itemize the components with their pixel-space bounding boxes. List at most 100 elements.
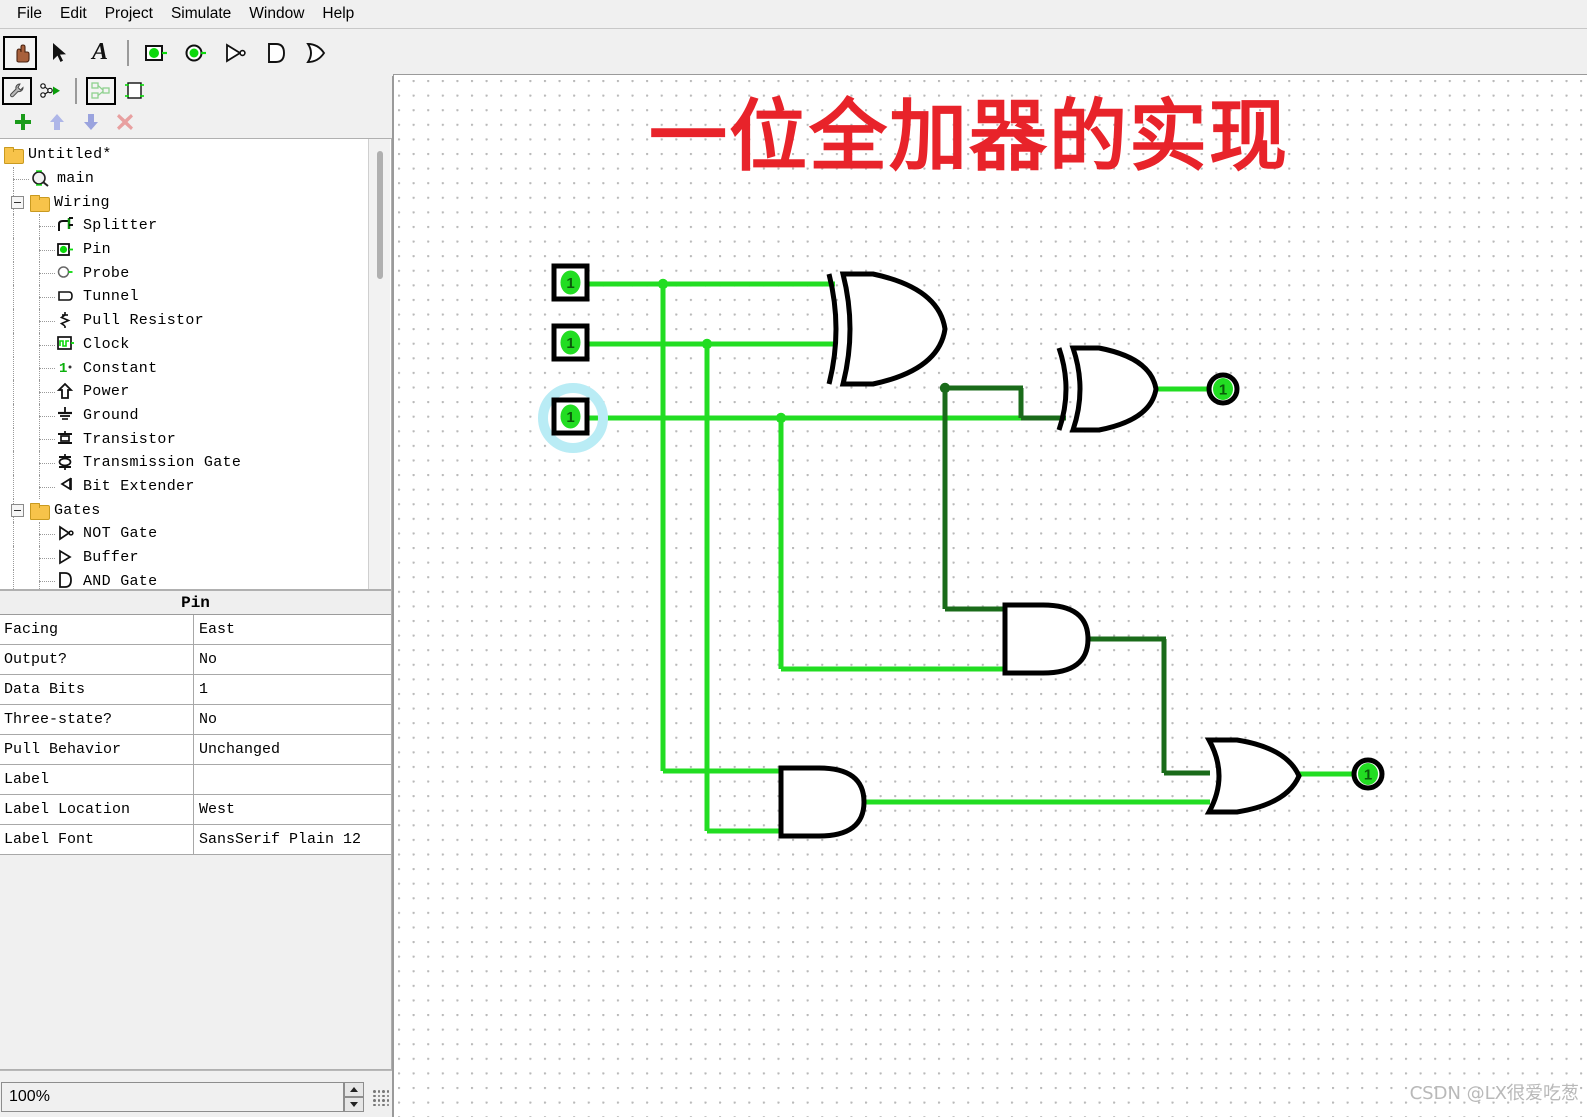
tree-item-constant[interactable]: 1 Constant [0, 356, 368, 381]
tree-item-pull-resistor[interactable]: Pull Resistor [0, 308, 368, 333]
tree-guide-line [13, 403, 14, 428]
pin-value-label: 1 [566, 275, 574, 292]
tree-item-untitled[interactable]: Untitled* [0, 143, 368, 167]
attribute-value[interactable]: 1 [194, 675, 391, 704]
not-gate-tool[interactable] [219, 36, 253, 70]
grid-toggle-button[interactable] [370, 1087, 392, 1109]
tree-guide-line [13, 545, 14, 570]
tree-item-splitter[interactable]: Splitter [0, 214, 368, 239]
chevron-up-icon [350, 1087, 359, 1092]
and-gate-tool[interactable] [259, 36, 293, 70]
or-gate-tool[interactable] [299, 36, 333, 70]
xor-gate-1 [826, 271, 948, 387]
and-gate-2 [778, 765, 867, 839]
menu-help[interactable]: Help [313, 2, 363, 26]
output-pin-tool[interactable] [179, 36, 213, 70]
ground-icon [56, 405, 78, 425]
or-gate-1 [1204, 737, 1302, 815]
explorer-panel: Untitled* main Wiring Splitter Pin Probe… [0, 138, 392, 590]
attribute-value[interactable]: East [194, 615, 391, 644]
delete-button[interactable] [110, 108, 140, 136]
tree-item-tunnel[interactable]: Tunnel [0, 285, 368, 310]
tree-item-ground[interactable]: Ground [0, 403, 368, 428]
grid-dot-icon [373, 1094, 376, 1097]
zoom-increase-button[interactable] [344, 1082, 365, 1097]
attribute-rows: Facing East Output? No Data Bits 1 Three-state… [0, 615, 391, 855]
edit-tool[interactable] [2, 77, 32, 105]
tree-item-and-gate[interactable]: AND Gate [0, 569, 368, 589]
attribute-key: Label Location [0, 795, 194, 824]
view-circuit-tool[interactable] [86, 77, 116, 105]
grid-dot-icon [373, 1103, 376, 1106]
folder-icon [30, 194, 50, 212]
tree-item-wiring[interactable]: Wiring [0, 190, 368, 215]
simulate-tool[interactable] [36, 77, 66, 105]
explorer-scroll-thumb[interactable] [377, 151, 383, 279]
grid-dot-icon [377, 1094, 381, 1097]
attribute-value[interactable]: No [194, 645, 391, 674]
menu-project[interactable]: Project [96, 2, 162, 26]
tree-expander-collapse-icon[interactable] [11, 503, 24, 517]
tree-item-gates[interactable]: Gates [0, 498, 368, 523]
menu-window[interactable]: Window [240, 2, 313, 26]
tree-item-probe[interactable]: Probe [0, 261, 368, 286]
explorer-scrollbar[interactable] [368, 139, 390, 589]
zoom-decrease-button[interactable] [344, 1097, 365, 1112]
zoom-level-field[interactable]: 100% [1, 1082, 345, 1112]
tree-item-label: Pull Resistor [83, 312, 204, 330]
text-tool[interactable]: A [83, 36, 117, 70]
tunnel-icon [56, 287, 78, 307]
grid-dot-icon [373, 1099, 376, 1102]
add-button[interactable] [8, 108, 38, 136]
folder-icon [30, 502, 50, 520]
wire-junction [775, 412, 787, 424]
move-down-button[interactable] [76, 108, 106, 136]
attribute-key: Label [0, 765, 194, 794]
tree-item-transmission-gate[interactable]: Transmission Gate [0, 450, 368, 475]
tree-item-buffer[interactable]: Buffer [0, 545, 368, 570]
attribute-value[interactable]: West [194, 795, 391, 824]
tree-guide-line [39, 415, 55, 417]
tree-item-bit-extender[interactable]: Bit Extender [0, 474, 368, 499]
tree-expander-collapse-icon[interactable] [11, 195, 24, 209]
circuit-canvas[interactable]: 一位全加器的实现 1 1 1 1 1 CSDN @LX很爱吃葱 [393, 74, 1587, 1117]
tree-guide-line [39, 344, 55, 346]
output-pin-sum: 1 [1206, 372, 1240, 406]
attribute-panel-title: Pin [0, 591, 391, 615]
select-tool[interactable] [43, 36, 77, 70]
clock-icon [56, 334, 78, 354]
attribute-value[interactable]: SansSerif Plain 12 [194, 825, 391, 854]
grid-dot-icon [382, 1103, 385, 1106]
menu-simulate[interactable]: Simulate [162, 2, 240, 26]
poke-tool[interactable] [3, 35, 37, 70]
pin-value-label: 1 [1219, 382, 1227, 399]
attribute-value[interactable]: Unchanged [194, 735, 391, 764]
attribute-value[interactable] [194, 765, 391, 794]
tree-guide-line [13, 427, 14, 452]
menu-edit[interactable]: Edit [51, 2, 96, 26]
menu-file[interactable]: File [8, 2, 51, 26]
tree-item-pin[interactable]: Pin [0, 237, 368, 262]
and-gate-1 [1002, 602, 1091, 676]
grid-dot-icon [386, 1103, 389, 1106]
buffer-icon [56, 548, 78, 568]
move-up-button[interactable] [42, 108, 72, 136]
tree-item-transistor[interactable]: Transistor [0, 427, 368, 452]
tree-item-label: Power [83, 383, 130, 401]
tree-guide-line [13, 332, 14, 357]
grid-dot-icon [382, 1099, 385, 1102]
toolbar-filler [392, 29, 1587, 76]
tree-item-main[interactable]: main [0, 166, 368, 191]
zoom-spinner[interactable] [344, 1082, 365, 1112]
tree-item-clock[interactable]: Clock [0, 332, 368, 357]
tree-item-power[interactable]: Power [0, 379, 368, 404]
wire-junction [701, 338, 713, 350]
tree-guide-line [39, 569, 40, 589]
tree-item-not-gate[interactable]: NOT Gate [0, 522, 368, 546]
pin-value-label: 1 [566, 409, 574, 426]
input-pin-cin: 1 [551, 397, 590, 436]
attribute-value[interactable]: No [194, 705, 391, 734]
view-appearance-tool[interactable] [120, 77, 150, 105]
input-pin-tool[interactable] [139, 36, 173, 70]
attribute-key: Output? [0, 645, 194, 674]
